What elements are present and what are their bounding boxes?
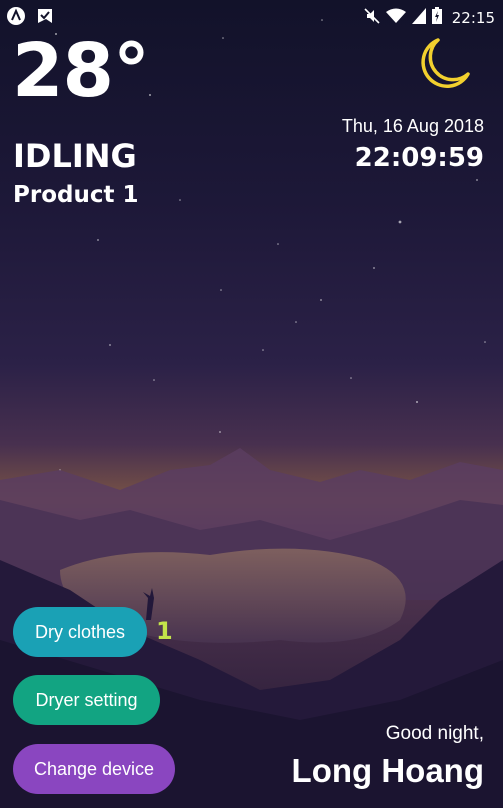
temperature: 28° [12, 28, 150, 114]
dryer-setting-button[interactable]: Dryer setting [13, 675, 160, 725]
signal-icon [411, 7, 426, 28]
status-time: 22:15 [451, 8, 495, 27]
dry-clothes-button[interactable]: Dry clothes [13, 607, 147, 657]
product-name: Product 1 [13, 182, 139, 208]
device-state: IDLING [13, 137, 137, 175]
check-flag-icon [36, 7, 54, 29]
mute-icon [364, 7, 380, 28]
wifi-icon [385, 8, 406, 28]
crescent-moon-icon [414, 36, 472, 94]
battery-icon [431, 7, 442, 28]
user-name: Long Hoang [291, 752, 484, 789]
current-time: 22:09:59 [354, 143, 484, 173]
greeting-text: Good night, [385, 723, 484, 744]
dry-count-badge: 1 [156, 617, 173, 645]
change-device-button[interactable]: Change device [13, 744, 175, 794]
app-a-icon [6, 6, 26, 30]
current-date: Thu, 16 Aug 2018 [341, 116, 484, 136]
